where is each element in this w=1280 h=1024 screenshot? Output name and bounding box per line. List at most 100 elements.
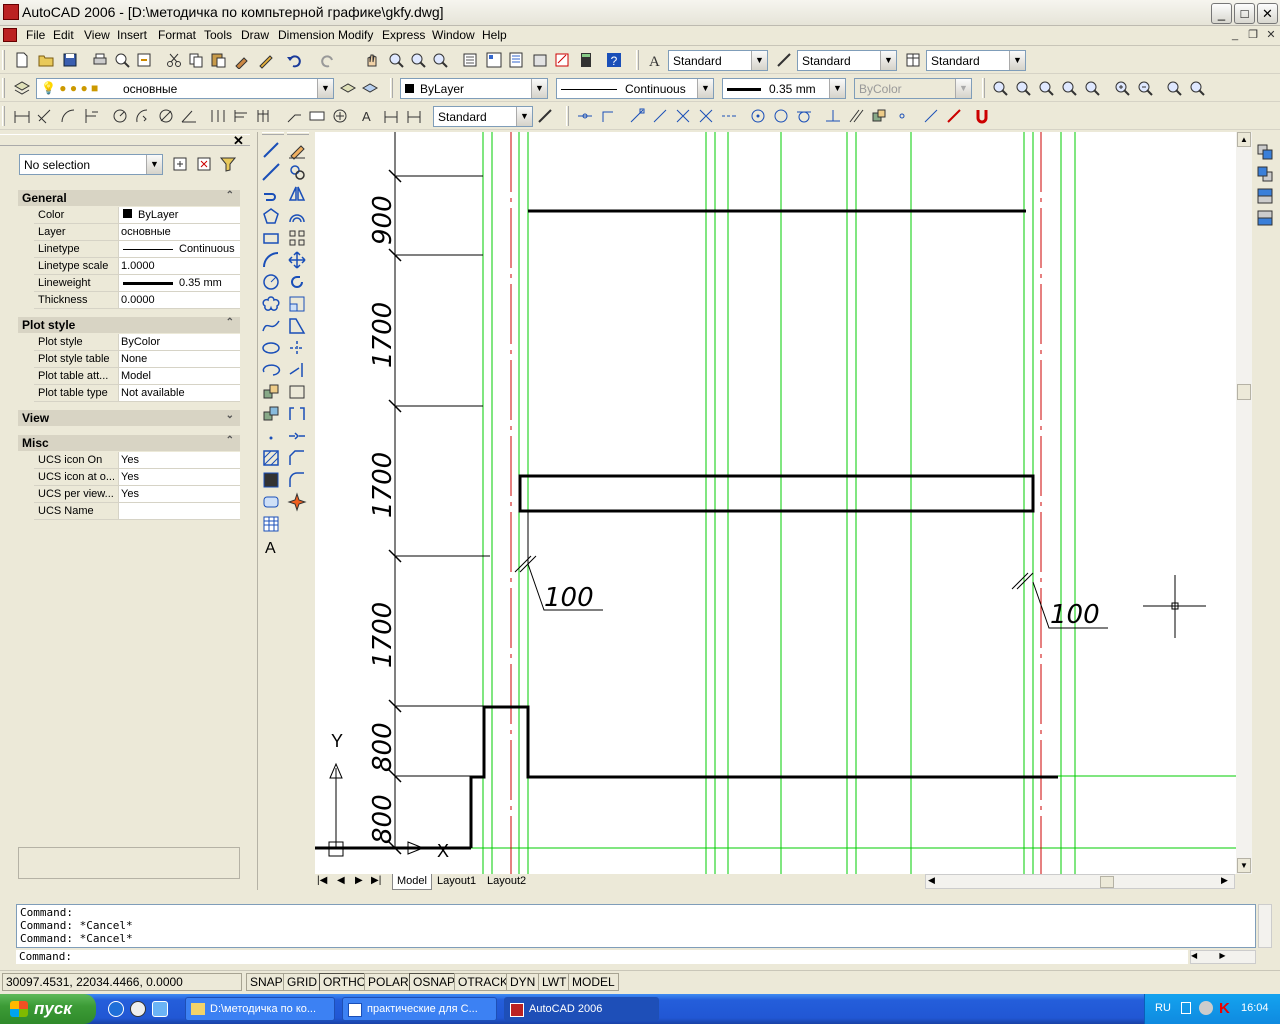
- array-icon[interactable]: [287, 228, 309, 250]
- circle-icon[interactable]: [261, 272, 283, 294]
- property-value[interactable]: 0.0000: [118, 292, 240, 308]
- property-value[interactable]: None: [118, 351, 240, 367]
- property-row[interactable]: UCS Name: [34, 503, 240, 520]
- zoom-window-icon[interactable]: [408, 50, 428, 70]
- zoom-extents-icon[interactable]: [1187, 78, 1207, 98]
- toolbar-grip[interactable]: [390, 78, 393, 98]
- task-autocad[interactable]: AutoCAD 2006: [504, 997, 659, 1021]
- maximize-button[interactable]: □: [1234, 3, 1255, 24]
- ortho-toggle[interactable]: ORTHO: [319, 973, 371, 991]
- quick-leader-icon[interactable]: [284, 106, 304, 126]
- polyline-icon[interactable]: [261, 184, 283, 206]
- property-value[interactable]: Yes: [118, 486, 240, 502]
- doc-restore-button[interactable]: ❐: [1244, 27, 1262, 43]
- language-indicator[interactable]: RU: [1155, 1002, 1171, 1014]
- help-icon[interactable]: ?: [604, 50, 624, 70]
- zoom-previous-icon[interactable]: [430, 50, 450, 70]
- publish-icon[interactable]: [134, 50, 154, 70]
- polar-toggle[interactable]: POLAR: [364, 973, 413, 991]
- property-value[interactable]: Model: [118, 368, 240, 384]
- calculator-icon[interactable]: [576, 50, 596, 70]
- section-general-header[interactable]: General ⌃: [18, 190, 240, 206]
- snap-parallel-icon[interactable]: [846, 106, 866, 126]
- spline-icon[interactable]: [261, 316, 283, 338]
- offset-icon[interactable]: [287, 206, 309, 228]
- menu-help[interactable]: Help: [482, 28, 507, 42]
- tab-layout1[interactable]: Layout1: [433, 874, 480, 890]
- save-icon[interactable]: [60, 50, 80, 70]
- plot-icon[interactable]: [90, 50, 110, 70]
- network-icon[interactable]: [1181, 1002, 1191, 1014]
- dyn-toggle[interactable]: DYN: [506, 973, 540, 991]
- property-value[interactable]: основные: [118, 224, 240, 240]
- break-icon[interactable]: [287, 404, 309, 426]
- polygon-icon[interactable]: [261, 206, 283, 228]
- block-editor-icon[interactable]: [256, 50, 276, 70]
- table-style-icon[interactable]: [903, 50, 923, 70]
- rectangle-icon[interactable]: [261, 228, 283, 250]
- horizontal-scrollbar[interactable]: ◀ ▶: [925, 874, 1235, 889]
- zoom-scale-icon[interactable]: [1036, 78, 1056, 98]
- construction-line-icon[interactable]: [261, 162, 283, 184]
- property-value[interactable]: Not available: [118, 385, 240, 401]
- desktop-icon[interactable]: [152, 1001, 168, 1017]
- minimize-button[interactable]: _: [1211, 3, 1232, 24]
- last-tab-button[interactable]: ▶|: [371, 875, 381, 886]
- arc-icon[interactable]: [261, 250, 283, 272]
- property-row[interactable]: Plot style table None: [34, 351, 240, 368]
- scroll-up-button[interactable]: ▲: [1237, 132, 1251, 147]
- toolbar-grip[interactable]: [2, 50, 5, 70]
- start-button[interactable]: пуск: [0, 994, 96, 1024]
- snap-tangent-icon[interactable]: [794, 106, 814, 126]
- menu-express[interactable]: Express: [382, 28, 425, 42]
- grid-toggle[interactable]: GRID: [283, 973, 321, 991]
- dimension-style-icon[interactable]: [535, 106, 555, 126]
- quick-dimension-icon[interactable]: [208, 106, 228, 126]
- bring-above-icon[interactable]: [1255, 186, 1277, 208]
- property-row[interactable]: Thickness 0.0000: [34, 292, 240, 309]
- lwt-toggle[interactable]: LWT: [538, 973, 571, 991]
- markup-icon[interactable]: [552, 50, 572, 70]
- property-row[interactable]: UCS per view... Yes: [34, 486, 240, 503]
- section-plot-style-header[interactable]: Plot style ⌃: [18, 317, 240, 333]
- match-properties-icon[interactable]: [232, 50, 252, 70]
- stretch-icon[interactable]: [287, 316, 309, 338]
- snap-nearest-icon[interactable]: [921, 106, 941, 126]
- erase-icon[interactable]: [287, 140, 309, 162]
- scale-icon[interactable]: [287, 294, 309, 316]
- fillet-icon[interactable]: [287, 470, 309, 492]
- prev-tab-button[interactable]: ◀: [337, 875, 345, 886]
- command-input[interactable]: Command:: [16, 950, 1188, 964]
- make-block-icon[interactable]: [261, 404, 283, 426]
- property-value[interactable]: Yes: [118, 452, 240, 468]
- zoom-in-icon[interactable]: [1112, 78, 1132, 98]
- radius-icon[interactable]: [110, 106, 130, 126]
- property-row[interactable]: Color ByLayer: [34, 207, 240, 224]
- zoom-all-icon[interactable]: [1164, 78, 1184, 98]
- chamfer-icon[interactable]: [287, 448, 309, 470]
- zoom-dynamic-icon[interactable]: [1013, 78, 1033, 98]
- property-value[interactable]: ByLayer: [118, 207, 240, 223]
- tab-layout2[interactable]: Layout2: [483, 874, 530, 890]
- join-icon[interactable]: [287, 426, 309, 448]
- gradient-icon[interactable]: [261, 470, 283, 492]
- snap-none-icon[interactable]: [944, 106, 964, 126]
- line-icon[interactable]: [261, 140, 283, 162]
- h-scroll-thumb[interactable]: [1100, 876, 1114, 888]
- dimension-edit-icon[interactable]: A: [358, 106, 378, 126]
- toolbar-grip[interactable]: [287, 132, 309, 135]
- command-hscroll[interactable]: ◀ ▶: [1190, 950, 1256, 964]
- multiline-text-icon[interactable]: A: [261, 536, 283, 558]
- property-row[interactable]: Linetype Continuous: [34, 241, 240, 258]
- tolerance-icon[interactable]: [307, 106, 327, 126]
- property-row[interactable]: UCS icon at o... Yes: [34, 469, 240, 486]
- task-explorer[interactable]: D:\методичка по ко...: [185, 997, 335, 1021]
- toolbar-grip[interactable]: [2, 106, 5, 126]
- zoom-window-icon[interactable]: [990, 78, 1010, 98]
- toggle-pickadd-icon[interactable]: [170, 154, 190, 174]
- center-mark-icon[interactable]: [330, 106, 350, 126]
- bring-to-front-icon[interactable]: [1255, 142, 1277, 164]
- section-misc-header[interactable]: Misc ⌃: [18, 435, 240, 451]
- osnap-toggle[interactable]: OSNAP: [409, 973, 460, 991]
- zoom-object-icon[interactable]: [1082, 78, 1102, 98]
